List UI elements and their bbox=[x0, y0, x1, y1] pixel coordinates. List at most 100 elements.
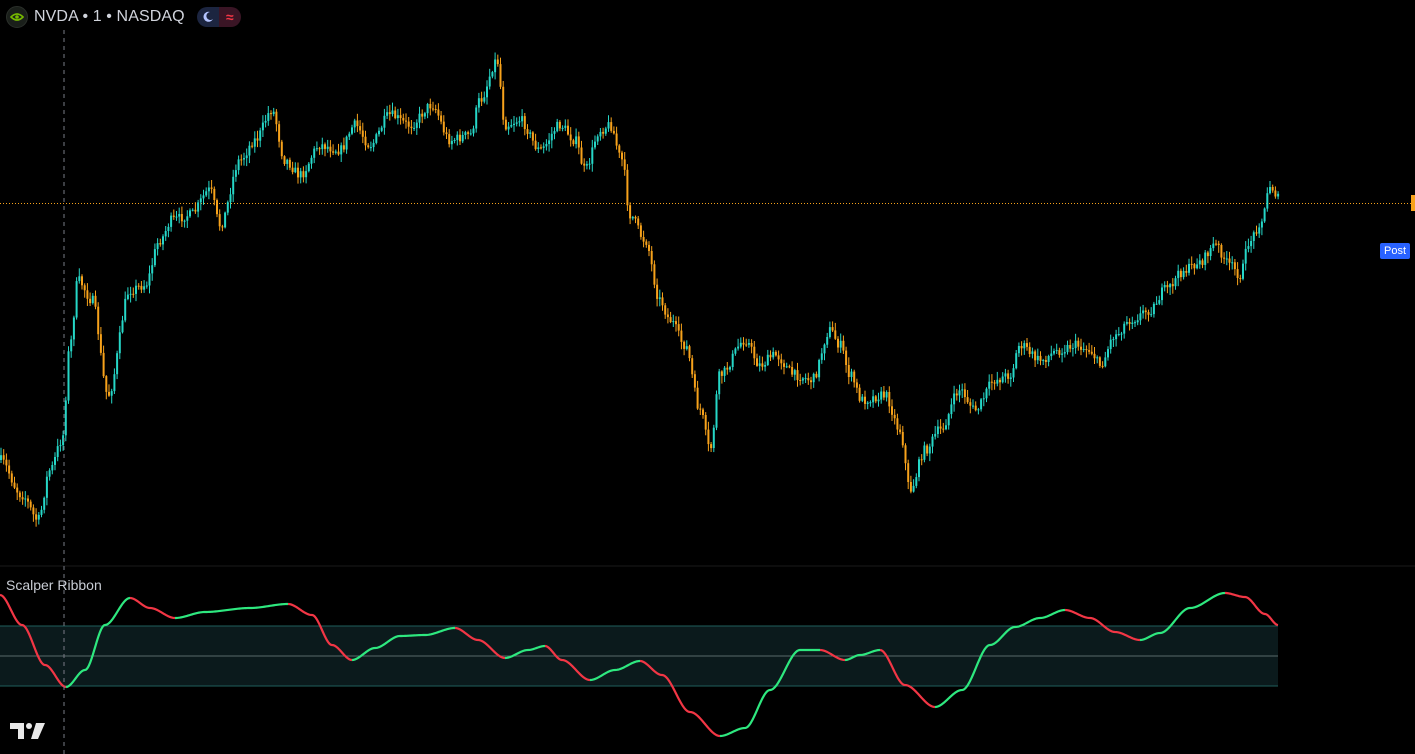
candle-body bbox=[818, 360, 821, 378]
candle bbox=[1036, 348, 1039, 365]
candle bbox=[461, 131, 464, 144]
candle-body bbox=[305, 171, 308, 178]
tradingview-logo-icon[interactable] bbox=[10, 721, 46, 746]
candle bbox=[18, 490, 21, 502]
candle-body bbox=[1182, 271, 1185, 278]
candle-body bbox=[40, 509, 43, 515]
candle-body bbox=[985, 388, 988, 399]
candle-body bbox=[561, 127, 564, 129]
nvidia-icon[interactable] bbox=[6, 6, 28, 28]
candle bbox=[842, 335, 845, 354]
ribbon-band bbox=[0, 625, 1278, 687]
candle-body bbox=[675, 321, 677, 325]
candle-body bbox=[615, 133, 618, 146]
candle bbox=[70, 335, 73, 358]
candle bbox=[1182, 267, 1185, 280]
candle bbox=[1044, 355, 1047, 368]
candle-body bbox=[639, 225, 642, 237]
candle-body bbox=[1215, 243, 1217, 245]
candle bbox=[1112, 336, 1115, 347]
candle-body bbox=[1174, 278, 1177, 287]
candle-body bbox=[421, 113, 424, 117]
candle-body bbox=[164, 231, 167, 237]
symbol-title[interactable]: NVDA • 1 • NASDAQ bbox=[34, 8, 185, 26]
candle bbox=[858, 384, 861, 403]
candle-body bbox=[434, 109, 437, 110]
candle bbox=[494, 52, 497, 80]
candle-body bbox=[564, 125, 567, 128]
candle bbox=[872, 389, 875, 408]
candle bbox=[729, 365, 731, 373]
candle bbox=[135, 279, 137, 302]
candle-body bbox=[402, 117, 405, 121]
candle-body bbox=[672, 321, 675, 323]
candle-body bbox=[1274, 190, 1277, 197]
candle-body bbox=[16, 487, 19, 493]
candle-body bbox=[831, 327, 834, 331]
candle-body bbox=[942, 428, 945, 430]
candle bbox=[1198, 254, 1201, 269]
candle-body bbox=[747, 343, 750, 345]
candle bbox=[861, 394, 864, 403]
candle-body bbox=[310, 157, 313, 164]
candle-body bbox=[186, 216, 189, 221]
candle-body bbox=[739, 342, 742, 347]
moon-icon[interactable] bbox=[196, 7, 219, 27]
chart-canvas[interactable] bbox=[0, 0, 1415, 754]
candle-body bbox=[477, 98, 480, 108]
candle-body bbox=[1069, 345, 1072, 349]
candle-body bbox=[361, 130, 364, 137]
candle-body bbox=[750, 343, 753, 347]
candle bbox=[899, 424, 902, 435]
candle bbox=[1179, 268, 1182, 282]
candle-body bbox=[178, 214, 181, 217]
candle bbox=[237, 155, 240, 175]
candle bbox=[691, 355, 694, 378]
candle bbox=[105, 375, 108, 400]
status-badges[interactable]: ≈ bbox=[196, 7, 241, 27]
candle bbox=[283, 155, 286, 166]
candle bbox=[502, 81, 505, 125]
candle-body bbox=[880, 391, 883, 400]
candle-body bbox=[1244, 248, 1247, 264]
wave-icon[interactable]: ≈ bbox=[218, 7, 241, 27]
candle-body bbox=[1266, 193, 1269, 209]
candlestick-series bbox=[0, 52, 1280, 527]
candle-body bbox=[240, 159, 243, 161]
candle-body bbox=[1196, 264, 1199, 269]
candle bbox=[993, 380, 996, 390]
candle bbox=[54, 452, 56, 471]
candle-body bbox=[143, 286, 146, 290]
candle-body bbox=[693, 374, 696, 388]
candle-body bbox=[1179, 270, 1182, 278]
candle bbox=[407, 117, 410, 134]
candle bbox=[707, 421, 710, 452]
candle-body bbox=[993, 382, 996, 384]
candle-body bbox=[1026, 343, 1028, 347]
candle bbox=[1242, 259, 1244, 281]
candle bbox=[167, 223, 170, 238]
candle bbox=[1053, 348, 1055, 356]
candle-body bbox=[1231, 262, 1234, 264]
candle bbox=[1252, 230, 1255, 249]
candle-body bbox=[291, 167, 294, 173]
indicator-title[interactable]: Scalper Ribbon bbox=[6, 577, 102, 593]
candle bbox=[637, 216, 640, 229]
candle bbox=[783, 359, 785, 375]
candle bbox=[310, 155, 313, 169]
candle-body bbox=[1063, 352, 1066, 354]
candle bbox=[1034, 349, 1037, 367]
candle bbox=[510, 119, 513, 128]
candle-body bbox=[1123, 323, 1126, 334]
candle bbox=[1096, 355, 1099, 364]
candle-body bbox=[183, 220, 186, 222]
candle-body bbox=[288, 159, 291, 168]
candle bbox=[675, 316, 677, 332]
candle-body bbox=[634, 216, 637, 219]
candle-body bbox=[642, 237, 645, 242]
candle-body bbox=[35, 514, 38, 520]
candle bbox=[772, 347, 775, 360]
candle-body bbox=[591, 147, 594, 164]
candle bbox=[880, 387, 883, 404]
candle-body bbox=[1242, 263, 1244, 279]
